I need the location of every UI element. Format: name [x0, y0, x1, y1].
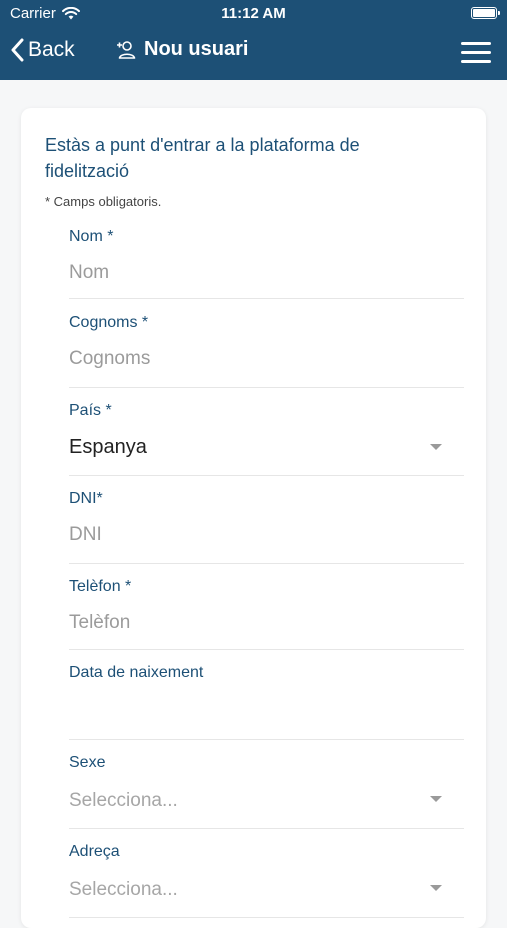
menu-button[interactable]	[461, 42, 491, 64]
adreca-select[interactable]: Adreça Selecciona...	[69, 843, 464, 918]
pais-select[interactable]: País * Espanya	[69, 402, 464, 476]
battery-icon	[471, 7, 500, 19]
add-user-icon	[117, 40, 136, 59]
pais-label: País *	[69, 402, 112, 419]
sexe-placeholder: Selecciona...	[69, 790, 178, 811]
registration-form: Estàs a punt d'entrar a la plataforma de…	[21, 108, 486, 928]
dni-input[interactable]	[69, 524, 409, 546]
hamburger-line-icon	[461, 42, 491, 45]
cognoms-label: Cognoms *	[69, 314, 149, 331]
clock: 11:12 AM	[221, 5, 286, 22]
nom-field: Nom *	[69, 228, 464, 299]
page-title-label: Nou usuari	[144, 38, 249, 60]
sexe-select[interactable]: Sexe Selecciona...	[69, 754, 464, 829]
nom-input[interactable]	[69, 262, 409, 284]
cognoms-field: Cognoms *	[69, 314, 464, 388]
back-label: Back	[28, 38, 75, 61]
sexe-label: Sexe	[69, 754, 106, 771]
adreca-placeholder: Selecciona...	[69, 879, 178, 900]
required-note: * Camps obligatoris.	[45, 194, 162, 209]
adreca-label: Adreça	[69, 843, 120, 860]
data-naixement-label: Data de naixement	[69, 664, 204, 681]
chevron-down-icon	[430, 444, 442, 450]
telefon-field: Telèfon *	[69, 578, 464, 650]
page-title: Nou usuari	[116, 38, 248, 61]
status-bar: Carrier 11:12 AM	[0, 0, 507, 28]
cognoms-input[interactable]	[69, 348, 409, 370]
chevron-left-icon	[11, 38, 24, 62]
telefon-input[interactable]	[69, 612, 409, 634]
data-naixement-field[interactable]: Data de naixement	[69, 664, 464, 740]
chevron-down-icon	[430, 885, 442, 891]
form-intro: Estàs a punt d'entrar a la plataforma de…	[45, 135, 360, 181]
nom-label: Nom *	[69, 228, 114, 245]
hamburger-line-icon	[461, 60, 491, 63]
dni-field: DNI*	[69, 490, 464, 564]
telefon-label: Telèfon *	[69, 578, 132, 595]
dni-label: DNI*	[69, 490, 103, 507]
nav-bar: Back Nou usuari	[0, 28, 507, 80]
pais-value: Espanya	[69, 436, 147, 458]
hamburger-line-icon	[461, 51, 491, 54]
chevron-down-icon	[430, 796, 442, 802]
back-button[interactable]: Back	[10, 38, 75, 62]
